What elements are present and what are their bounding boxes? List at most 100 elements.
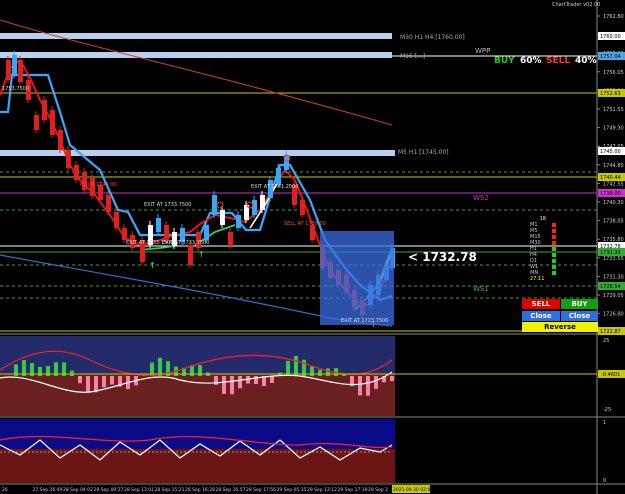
- price-tick-label: 1726.80: [603, 312, 624, 318]
- time-label: 28 Sep 16:57: [216, 487, 246, 493]
- candle-body: [300, 200, 305, 215]
- timeframe-status-icon: [552, 271, 556, 275]
- candle-body: [114, 212, 119, 228]
- price-marker-label: 1745.00: [600, 149, 621, 155]
- price-marker-label: 1760.00: [600, 34, 621, 40]
- reverse-button[interactable]: Reverse: [522, 322, 598, 332]
- osc1-bar: [46, 366, 50, 376]
- exit-label: EXIT AT 1741.2500: [251, 184, 298, 190]
- timeframe-status-icon: [552, 223, 556, 227]
- osc1-bar: [366, 376, 370, 396]
- candle-body: [212, 195, 217, 215]
- sell-button[interactable]: SELL: [522, 299, 560, 309]
- time-label: 27 Sep 16:49: [33, 487, 63, 493]
- osc1-bar: [38, 366, 42, 376]
- osc1-bar: [294, 355, 298, 376]
- candle-body: [228, 232, 233, 246]
- selection-box[interactable]: [320, 231, 394, 325]
- candle-body: [66, 150, 71, 168]
- price-marker-label: 1740.44: [600, 175, 621, 181]
- price-marker-label: 1722.87: [600, 329, 621, 335]
- current-price-label: < 1732.78: [408, 250, 477, 264]
- price-tick-label: 1744.80: [603, 163, 624, 169]
- sell-signal-label: SELL: [546, 56, 570, 66]
- candle-body: [6, 60, 11, 80]
- timeframe-indicator: 18 M1 M5 M15 M30 H1 H4 D1 W1 MN 27:11: [530, 216, 556, 282]
- price-tick-label: 1749.30: [603, 126, 624, 132]
- time-label: 28 Sep 17:56: [246, 487, 276, 493]
- candle-body: [252, 200, 257, 215]
- candle-body: [188, 245, 193, 265]
- time-label: 29 Sep 13:12: [307, 487, 337, 493]
- timeframe-status-icon: [552, 253, 556, 257]
- buy-button[interactable]: BUY: [561, 299, 598, 309]
- close-buy-button[interactable]: Close Buy: [561, 311, 598, 330]
- price-tick-label: 1733.55: [603, 256, 624, 262]
- osc1-bar: [214, 376, 218, 385]
- timeframe-status-icon: [552, 235, 556, 239]
- osc2-lower-bg: [0, 449, 395, 483]
- osc1-bar: [94, 376, 98, 393]
- time-label: 28 Sep 09:27: [94, 487, 124, 493]
- m30-level-label: M30 H1 H4 [1760.00]: [400, 34, 465, 41]
- candle-body: [310, 225, 315, 240]
- time-label: 29 Sep 05:35: [277, 487, 307, 493]
- candle-body: [50, 110, 55, 135]
- sell-signal-pct: 40%: [575, 56, 597, 66]
- main-chart-area[interactable]: [0, 0, 597, 333]
- ws2-label: WS2: [473, 194, 489, 202]
- osc1-bar: [310, 366, 314, 376]
- time-label: 28 Sep 13:01: [124, 487, 154, 493]
- time-label: 28 Sep 16:28: [185, 487, 215, 493]
- time-label: 28 Sep 15:21: [155, 487, 185, 493]
- time-label: 28 Sep 04:02: [63, 487, 93, 493]
- price-tick-label: 1740.30: [603, 200, 624, 206]
- osc1-bar: [254, 376, 258, 384]
- time-label: 29 Sep 17:19: [338, 487, 368, 493]
- close-sell-button[interactable]: Close Sell: [522, 311, 560, 330]
- osc1-bar: [110, 376, 114, 385]
- timeframe-status-icon: [552, 247, 556, 251]
- time-axis: 26 27 Sep 16:49 28 Sep 04:02 28 Sep 09:27 28…: [2, 485, 433, 493]
- buy-arrow-icon: ↑: [198, 250, 205, 259]
- chart-window: ↑↑↑ 1762.801760.551758.301756.051753.801…: [0, 0, 625, 494]
- osc1-lower-bg: [0, 374, 395, 416]
- timeframe-status-icon: [552, 265, 556, 269]
- candle-body: [18, 60, 23, 82]
- price-tick-label: 1731.30: [603, 274, 624, 280]
- candle-body: [220, 210, 225, 225]
- m30-band: [0, 33, 392, 39]
- osc1-bar: [342, 374, 346, 376]
- timeframe-status-icon: [552, 259, 556, 263]
- exit-label: EXIT AT 1733.7500: [162, 240, 209, 246]
- osc2-tick-top: 1: [603, 420, 606, 426]
- candle-body: [34, 115, 39, 130]
- m5-level-label: M5 H1 [1745.00]: [398, 149, 449, 156]
- price-marker-label: 1728.54: [600, 284, 621, 290]
- candle-body: [284, 155, 289, 170]
- candle-body: [42, 100, 47, 120]
- osc1-bar: [158, 357, 162, 376]
- price-marker-label: 1738.00: [600, 191, 621, 197]
- buy-signal-pct: 60%: [520, 56, 542, 66]
- exit-label: EXIT AT 1723.7500: [341, 318, 388, 324]
- osc1-bar: [326, 368, 330, 376]
- buy-arrow-icon: ↑: [149, 261, 156, 270]
- price-marker-label: 1732.35: [600, 250, 621, 256]
- candle-body: [236, 215, 241, 228]
- timeframe-timer: 27:11: [530, 276, 545, 282]
- price-tick-label: 1729.05: [603, 293, 624, 299]
- candle-body: [122, 228, 127, 240]
- osc1-bar: [222, 376, 226, 394]
- osc1-bar: [86, 376, 90, 393]
- price-tick-label: 1738.05: [603, 219, 624, 225]
- timeframe-status-icon: [552, 241, 556, 245]
- sell-note: SELL AT 1738.00: [284, 221, 326, 227]
- osc1-marker-label: -0.4601: [601, 372, 620, 378]
- exit-label: 1753.7500: [2, 86, 29, 92]
- price-marker-label: 1757.04: [600, 54, 621, 60]
- candle-body: [74, 165, 79, 180]
- osc1-bar: [102, 376, 106, 388]
- candle-body: [164, 225, 169, 240]
- candle-body: [58, 130, 63, 150]
